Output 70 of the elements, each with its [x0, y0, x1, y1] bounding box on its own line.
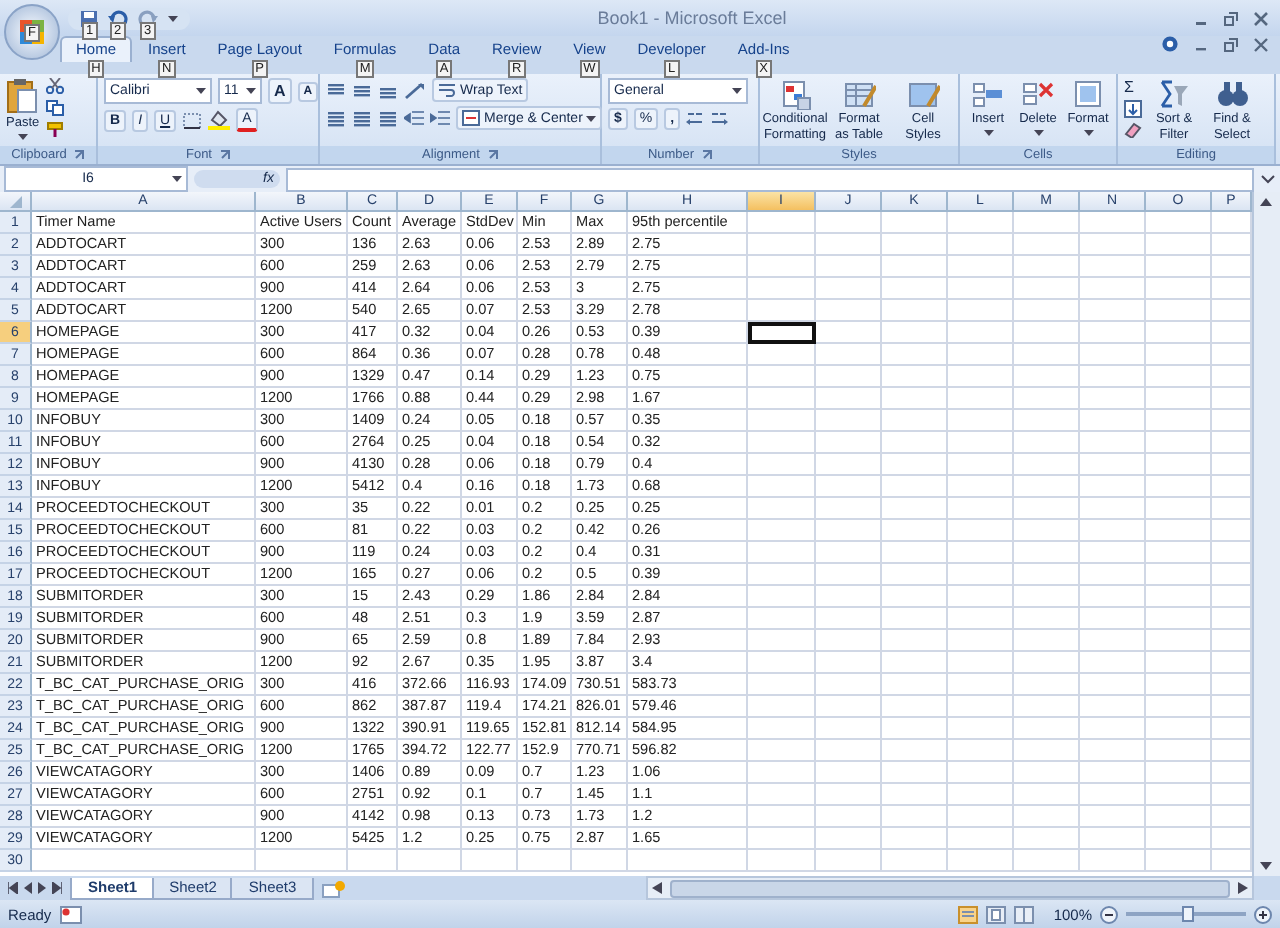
close-icon[interactable]	[1254, 37, 1268, 51]
increase-decimal-icon[interactable]	[686, 110, 705, 128]
caret-icon[interactable]	[196, 88, 206, 94]
previous-sheet-icon[interactable]	[24, 882, 32, 894]
scroll-left-icon[interactable]	[652, 882, 663, 894]
scissors-icon[interactable]	[45, 78, 64, 94]
merge-icon	[462, 110, 480, 126]
vertical-scrollbar[interactable]	[1252, 192, 1280, 876]
restore-icon[interactable]	[1224, 37, 1238, 51]
decrease-decimal-icon[interactable]	[710, 110, 729, 128]
conditional-formatting-icon	[779, 78, 811, 110]
caret-icon[interactable]	[17, 133, 28, 139]
caret-icon[interactable]	[1033, 129, 1043, 135]
insert-cells-icon	[972, 78, 1004, 110]
increase-indent-icon[interactable]	[430, 109, 450, 127]
undo-icon[interactable]	[108, 9, 128, 27]
caret-icon[interactable]	[246, 88, 256, 94]
caret-icon[interactable]	[172, 176, 182, 182]
restore-icon[interactable]	[1224, 11, 1238, 25]
page-break-view-icon[interactable]	[1013, 905, 1034, 923]
align-right-icon[interactable]	[378, 109, 398, 127]
dialog-launcher-icon[interactable]	[220, 150, 230, 160]
dialog-launcher-icon[interactable]	[74, 150, 85, 160]
close-icon[interactable]	[1254, 11, 1268, 25]
sort-filter-icon	[1158, 78, 1190, 110]
caret-icon[interactable]	[732, 88, 742, 94]
first-sheet-icon[interactable]	[8, 882, 18, 894]
format-cells-icon	[1072, 78, 1104, 110]
zoom-out-icon[interactable]	[1100, 905, 1118, 923]
eraser-icon[interactable]	[1124, 122, 1142, 138]
align-left-icon[interactable]	[326, 109, 346, 127]
fill-color-icon[interactable]	[208, 110, 231, 130]
dialog-launcher-icon[interactable]	[487, 150, 498, 160]
formula-input[interactable]	[286, 167, 1254, 191]
cell-brush-icon	[907, 78, 939, 110]
orientation-icon[interactable]	[404, 81, 426, 99]
decrease-indent-icon[interactable]	[404, 109, 424, 127]
caret-icon[interactable]	[1083, 129, 1093, 135]
record-macro-icon[interactable]	[59, 905, 82, 923]
redo-icon[interactable]	[138, 9, 158, 27]
dialog-launcher-icon[interactable]	[702, 150, 713, 160]
binoculars-icon	[1216, 78, 1248, 110]
caret-icon[interactable]	[586, 115, 597, 121]
align-top-icon[interactable]	[326, 81, 346, 99]
insert-sheet-icon[interactable]	[322, 879, 347, 897]
autosum-button[interactable]: Σ	[1124, 78, 1142, 96]
delete-cells-icon	[1022, 78, 1054, 110]
scroll-right-icon[interactable]	[1238, 882, 1248, 894]
align-middle-icon[interactable]	[352, 81, 372, 99]
wrap-icon	[438, 82, 456, 98]
fill-down-icon[interactable]	[1124, 100, 1142, 118]
expand-icon[interactable]	[1260, 171, 1276, 187]
format-painter-icon[interactable]	[45, 122, 64, 138]
caret-icon[interactable]	[983, 129, 993, 135]
window-title: Book1 - Microsoft Excel	[595, 8, 789, 28]
next-sheet-icon[interactable]	[38, 882, 46, 894]
zoom-slider-thumb[interactable]	[1182, 906, 1194, 922]
customize-caret-icon[interactable]	[168, 15, 178, 21]
borders-icon[interactable]	[182, 111, 203, 129]
normal-view-icon[interactable]	[957, 905, 978, 923]
horizontal-scrollbar[interactable]	[646, 876, 1254, 900]
table-brush-icon	[843, 78, 875, 110]
page-layout-view-icon[interactable]	[985, 905, 1006, 923]
active-cell[interactable]	[748, 322, 816, 344]
clipboard-icon	[6, 78, 39, 114]
copy-icon[interactable]	[45, 100, 64, 116]
zoom-in-icon[interactable]	[1254, 905, 1272, 923]
align-center-icon[interactable]	[352, 109, 372, 127]
last-sheet-icon[interactable]	[52, 882, 62, 894]
grow-font-button[interactable]: A	[268, 78, 292, 104]
